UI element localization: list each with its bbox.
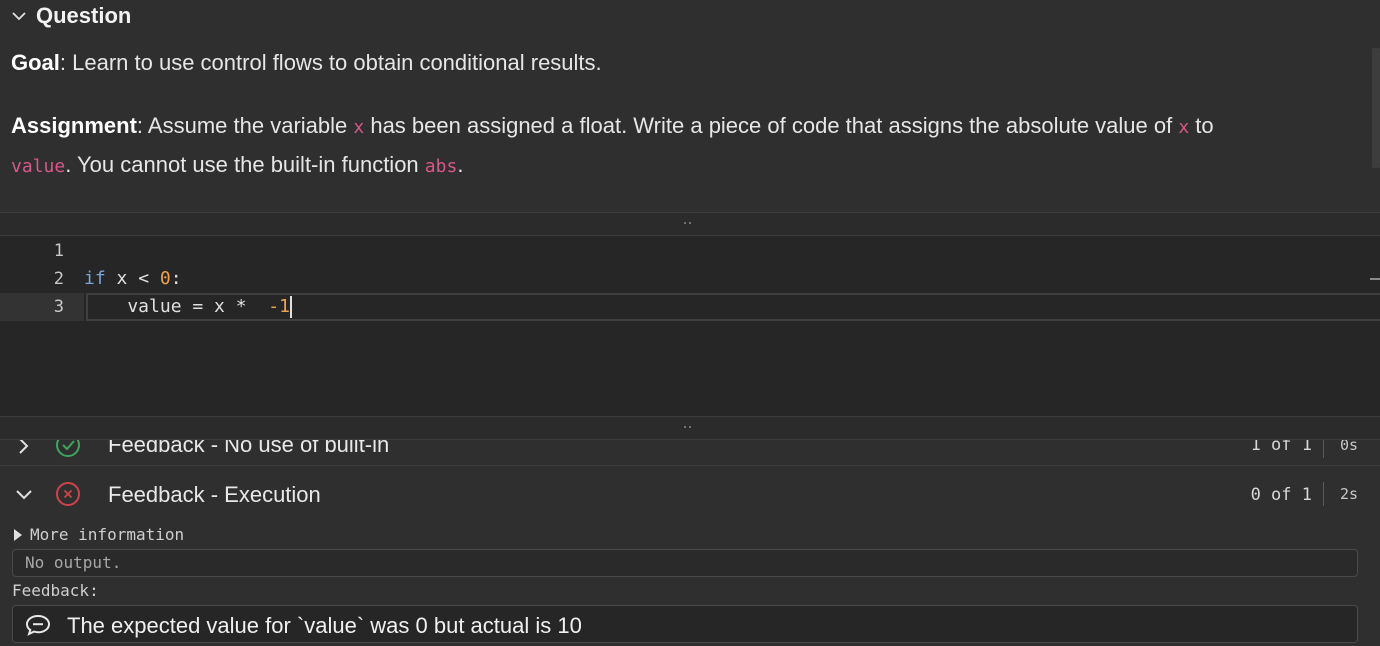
feedback-message: The expected value for `value` was 0 but… <box>12 605 1358 643</box>
question-title: Question <box>36 3 132 28</box>
chevron-down-icon[interactable] <box>10 7 28 25</box>
line-number: 3 <box>53 297 64 317</box>
scroll-marker <box>1370 278 1380 280</box>
feedback-label: Feedback - Execution <box>108 482 321 507</box>
goal-text: Goal: Learn to use control flows to obta… <box>11 50 602 75</box>
inline-code-x: x <box>1178 117 1190 138</box>
speech-bubble-icon <box>25 614 51 636</box>
feedback-time: 2s <box>1339 485 1358 503</box>
output-box: No output. <box>12 549 1358 577</box>
feedback-heading: Feedback: <box>12 581 99 600</box>
question-header[interactable]: Question <box>10 3 131 29</box>
grip-icon <box>684 426 692 430</box>
text-cursor <box>289 296 292 318</box>
question-scrollbar[interactable] <box>1372 48 1380 168</box>
resize-handle-top[interactable] <box>0 212 1380 236</box>
more-information-toggle[interactable]: More information <box>14 525 184 544</box>
inline-code-x: x <box>353 117 365 138</box>
grip-icon <box>684 222 692 226</box>
resize-handle-bottom[interactable] <box>0 416 1380 440</box>
goal-label: Goal <box>11 50 60 75</box>
line-number: 2 <box>53 269 64 289</box>
chevron-down-icon[interactable] <box>14 484 34 504</box>
feedback-row[interactable]: Feedback - Execution 0 of 1 2s <box>0 474 1380 514</box>
code-line-3[interactable]: value = x * -1 <box>84 293 292 321</box>
x-circle-icon <box>56 482 80 506</box>
feedback-score: 0 of 1 <box>1250 485 1312 505</box>
assignment-text: Assignment: Assume the variable x has be… <box>11 113 1214 177</box>
triangle-right-icon <box>14 528 22 541</box>
line-number: 1 <box>53 241 64 261</box>
inline-code-value: value <box>11 156 66 177</box>
code-editor[interactable]: 1 2 3 if x < 0: value = x * -1 <box>0 236 1380 416</box>
question-panel: Question Goal: Learn to use control flow… <box>0 0 1380 212</box>
code-line-2[interactable]: if x < 0: <box>84 265 182 293</box>
feedback-message-text: The expected value for `value` was 0 but… <box>67 613 582 638</box>
assignment-label: Assignment <box>11 113 137 138</box>
inline-code-abs: abs <box>424 156 458 177</box>
